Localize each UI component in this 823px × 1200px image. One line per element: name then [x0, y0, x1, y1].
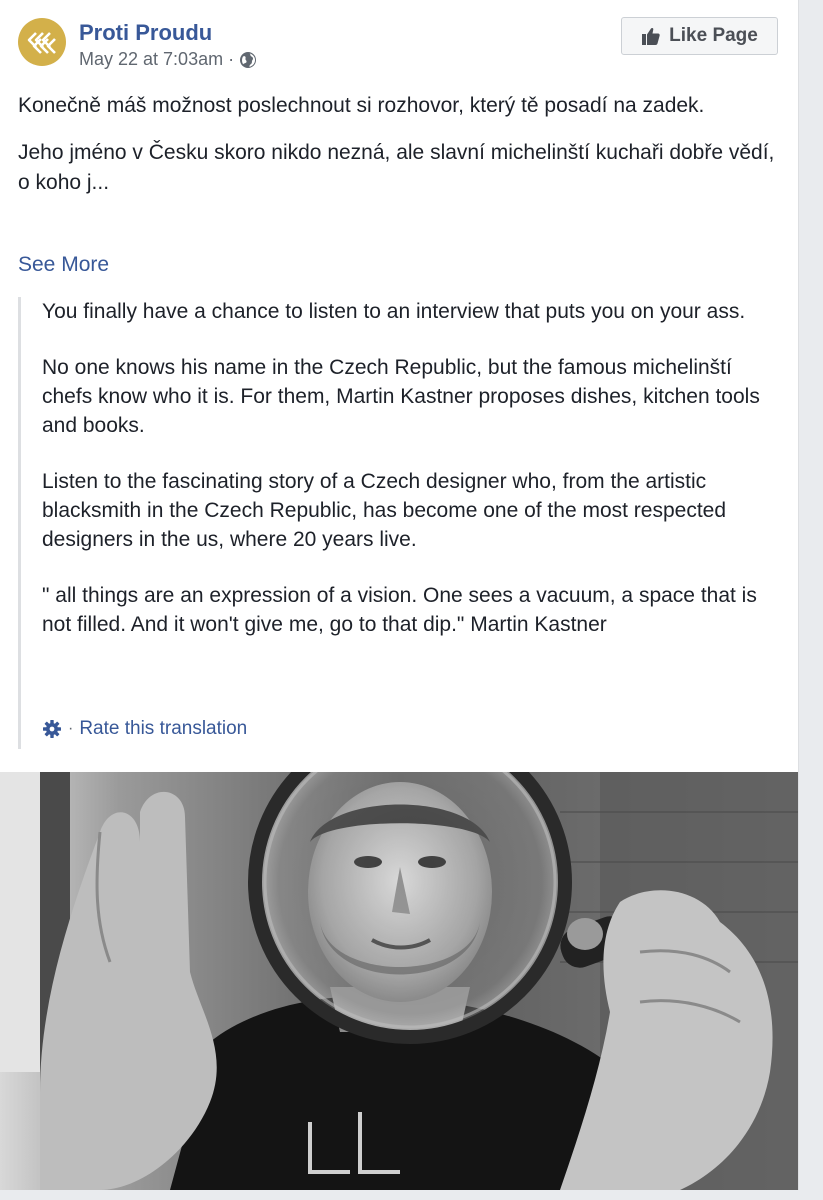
- meta-separator: ·: [228, 49, 235, 69]
- translation-paragraph: You finally have a chance to listen to a…: [42, 300, 746, 323]
- post-card: Proti Proudu May 22 at 7:03am · Like Pag…: [0, 0, 799, 1200]
- thumbs-up-icon: [642, 27, 660, 45]
- gear-icon[interactable]: [42, 719, 62, 739]
- translation-paragraph: " all things are an expression of a visi…: [42, 584, 757, 636]
- man-with-magnifier-photo: [0, 772, 798, 1190]
- chevrons-logo-icon: [27, 32, 56, 54]
- rate-translation-row: · Rate this translation: [42, 718, 247, 740]
- post-paragraph: Konečně máš možnost poslechnout si rozho…: [18, 94, 705, 117]
- post-timestamp[interactable]: May 22 at 7:03am: [79, 49, 223, 70]
- post-text: Konečně máš možnost poslechnout si rozho…: [18, 91, 778, 215]
- translation-paragraph: Listen to the fascinating story of a Cze…: [42, 470, 727, 551]
- rate-separator: ·: [68, 720, 74, 737]
- translation-paragraph: No one knows his name in the Czech Repub…: [42, 356, 760, 437]
- like-page-button[interactable]: Like Page: [621, 17, 778, 55]
- like-page-label: Like Page: [669, 25, 758, 46]
- feed-background: [0, 1190, 823, 1200]
- globe-icon[interactable]: [239, 51, 257, 69]
- post-meta: May 22 at 7:03am ·: [79, 49, 257, 70]
- rate-translation-link[interactable]: Rate this translation: [79, 718, 247, 740]
- see-more-link[interactable]: See More: [18, 253, 109, 277]
- page-avatar[interactable]: [18, 18, 66, 66]
- post-paragraph: Jeho jméno v Česku skoro nikdo nezná, al…: [18, 141, 775, 194]
- post-photo[interactable]: [0, 772, 798, 1190]
- page-name-link[interactable]: Proti Proudu: [79, 20, 212, 46]
- translation-block: You finally have a chance to listen to a…: [18, 297, 778, 749]
